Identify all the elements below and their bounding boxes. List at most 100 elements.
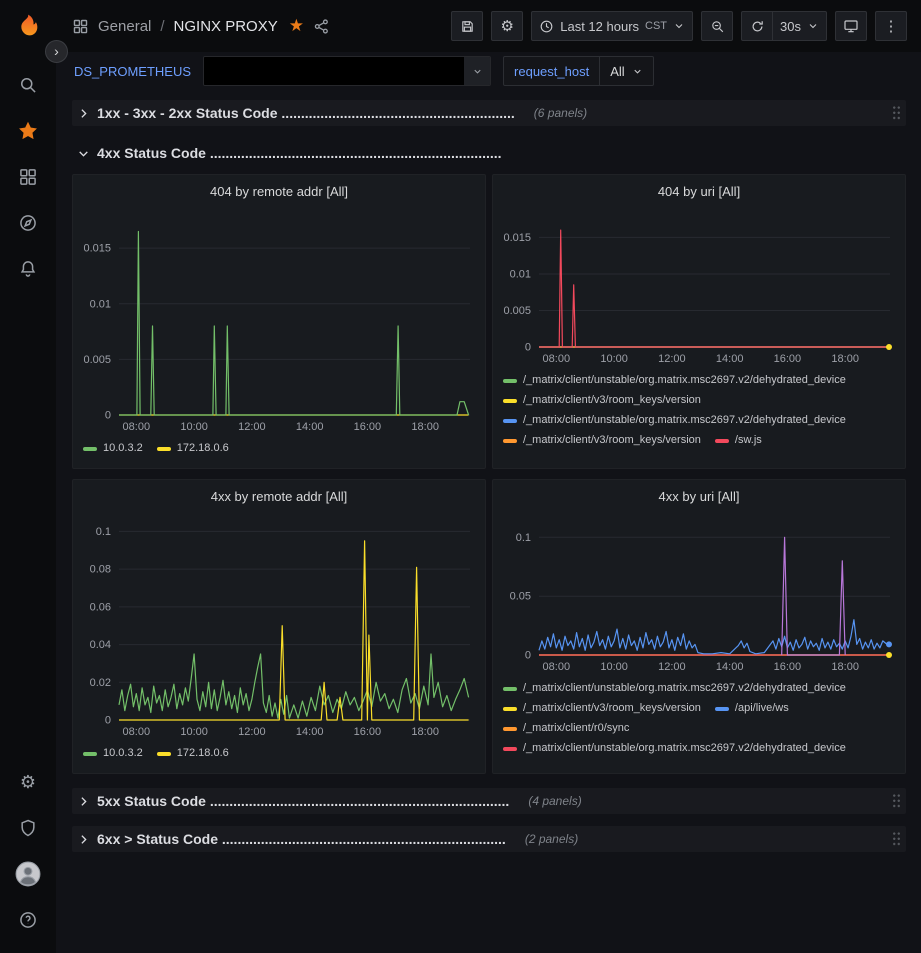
grafana-flame-icon	[12, 12, 44, 44]
chevron-right-icon	[77, 833, 90, 846]
refresh-interval-dropdown[interactable]: 30s	[773, 11, 827, 41]
row-panel-count: (4 panels)	[528, 794, 581, 808]
panel-header[interactable]: 404 by remote addr [All]	[73, 175, 485, 207]
server-admin-icon-button[interactable]	[8, 808, 48, 848]
legend-item[interactable]: /_matrix/client/unstable/org.matrix.msc2…	[503, 412, 846, 429]
legend-item[interactable]: 10.0.3.2	[83, 745, 143, 762]
datasource-variable: DS_PROMETHEUS	[72, 56, 491, 86]
legend-item[interactable]: 172.18.0.6	[157, 745, 229, 762]
panel-header[interactable]: 4xx by uri [All]	[493, 480, 905, 512]
request-host-dropdown[interactable]: All	[600, 56, 653, 86]
dashboard-title[interactable]: NGINX PROXY	[174, 18, 278, 35]
series-label: /_matrix/client/v3/room_keys/version	[523, 700, 701, 717]
timeseries-chart[interactable]: 00.050.108:0010:0012:0014:0016:0018:00	[493, 512, 906, 677]
svg-text:12:00: 12:00	[658, 661, 686, 673]
svg-text:0.1: 0.1	[96, 526, 111, 538]
chevron-down-icon	[632, 66, 643, 77]
legend-item[interactable]: /_matrix/client/unstable/org.matrix.msc2…	[503, 372, 846, 389]
dashboards-icon-button[interactable]	[8, 157, 48, 197]
svg-text:14:00: 14:00	[296, 421, 324, 433]
row-5xx-status-code[interactable]: 5xx Status Code ........................…	[72, 788, 906, 814]
timeseries-chart[interactable]: 00.020.040.060.080.108:0010:0012:0014:00…	[73, 512, 486, 742]
svg-text:16:00: 16:00	[774, 661, 802, 673]
expand-sidebar-button[interactable]: ›	[45, 40, 68, 63]
legend-item[interactable]: /_matrix/client/v3/room_keys/version	[503, 700, 701, 717]
svg-text:0.05: 0.05	[510, 591, 531, 603]
panel-header[interactable]: 404 by uri [All]	[493, 175, 905, 207]
svg-text:0.04: 0.04	[90, 639, 111, 651]
panel-legend: /_matrix/client/unstable/org.matrix.msc2…	[493, 369, 905, 449]
row-6xx-status-code[interactable]: 6xx > Status Code ......................…	[72, 826, 906, 852]
refresh-group: 30s	[741, 11, 827, 41]
series-label: /_matrix/client/r0/sync	[523, 720, 629, 737]
more-menu-button[interactable]: ⋮	[875, 11, 907, 41]
series-label: 10.0.3.2	[103, 745, 143, 762]
favorite-star-icon[interactable]: ★	[289, 16, 304, 36]
breadcrumb-section[interactable]: General	[98, 18, 151, 35]
datasource-value	[204, 57, 464, 85]
legend-item[interactable]: /api/live/ws	[715, 700, 789, 717]
dashboard-settings-button[interactable]: ⚙	[491, 11, 523, 41]
legend-item[interactable]: /_matrix/client/unstable/org.matrix.msc2…	[503, 680, 846, 697]
gear-icon: ⚙	[501, 17, 514, 35]
help-icon-button[interactable]	[8, 900, 48, 940]
svg-text:0.015: 0.015	[503, 232, 531, 244]
svg-text:10:00: 10:00	[180, 726, 208, 738]
zoom-out-button[interactable]	[701, 11, 733, 41]
request-host-value: All	[610, 64, 624, 79]
svg-text:0.02: 0.02	[90, 677, 111, 689]
panel-header[interactable]: 4xx by remote addr [All]	[73, 480, 485, 512]
timeseries-chart[interactable]: 00.0050.010.01508:0010:0012:0014:0016:00…	[73, 207, 486, 437]
svg-text:0.01: 0.01	[510, 269, 531, 281]
search-icon-button[interactable]	[8, 65, 48, 105]
svg-text:10:00: 10:00	[600, 661, 628, 673]
share-icon[interactable]	[313, 18, 330, 35]
row-drag-handle[interactable]	[892, 105, 901, 121]
starred-icon-button[interactable]	[8, 111, 48, 151]
apps-grid-icon	[72, 18, 89, 35]
svg-text:16:00: 16:00	[354, 726, 382, 738]
legend-item[interactable]: /_matrix/client/unstable/org.matrix.msc2…	[503, 740, 846, 757]
legend-item[interactable]: 10.0.3.2	[83, 440, 143, 457]
cycle-view-button[interactable]	[835, 11, 867, 41]
legend-item[interactable]: 172.18.0.6	[157, 440, 229, 457]
avatar-icon	[15, 861, 41, 887]
compass-icon	[18, 213, 38, 233]
panel-4xx-by-uri: 4xx by uri [All] 00.050.108:0010:0012:00…	[492, 479, 906, 774]
series-color-swatch	[503, 747, 517, 751]
svg-text:10:00: 10:00	[600, 353, 628, 365]
svg-text:18:00: 18:00	[831, 353, 859, 365]
row-drag-handle[interactable]	[892, 793, 901, 809]
explore-icon-button[interactable]	[8, 203, 48, 243]
row-title: 1xx - 3xx - 2xx Status Code ............…	[97, 105, 515, 121]
svg-text:08:00: 08:00	[543, 353, 571, 365]
row-title: 4xx Status Code ........................…	[97, 145, 502, 161]
time-picker-button[interactable]: Last 12 hours CST	[531, 11, 693, 41]
row-4xx-status-code[interactable]: 4xx Status Code ........................…	[72, 140, 906, 166]
datasource-label: DS_PROMETHEUS	[72, 56, 203, 86]
datasource-value-dropdown[interactable]	[203, 56, 491, 86]
refresh-button[interactable]	[741, 11, 773, 41]
save-dashboard-button[interactable]	[451, 11, 483, 41]
sidebar: ⚙	[0, 0, 56, 953]
svg-text:10:00: 10:00	[180, 421, 208, 433]
dashboard-canvas: 1xx - 3xx - 2xx Status Code ............…	[56, 90, 921, 953]
legend-item[interactable]: /_matrix/client/v3/room_keys/version	[503, 432, 701, 449]
legend-item[interactable]: /_matrix/client/v3/room_keys/version	[503, 392, 701, 409]
chevron-down-icon	[77, 147, 90, 160]
grafana-logo[interactable]	[8, 8, 48, 48]
svg-text:0.005: 0.005	[503, 305, 531, 317]
clock-icon	[539, 19, 554, 34]
user-avatar[interactable]	[8, 854, 48, 894]
legend-item[interactable]: /sw.js	[715, 432, 762, 449]
timeseries-chart[interactable]: 00.0050.010.01508:0010:0012:0014:0016:00…	[493, 207, 906, 369]
series-label: /sw.js	[735, 432, 762, 449]
refresh-interval-label: 30s	[780, 19, 801, 34]
alerting-icon-button[interactable]	[8, 249, 48, 289]
row-drag-handle[interactable]	[892, 831, 901, 847]
legend-item[interactable]: /_matrix/client/r0/sync	[503, 720, 629, 737]
configuration-icon-button[interactable]: ⚙	[8, 762, 48, 802]
dashboards-grid-icon	[18, 167, 38, 187]
row-panel-count: (2 panels)	[525, 832, 578, 846]
row-1xx-3xx-2xx-status-code[interactable]: 1xx - 3xx - 2xx Status Code ............…	[72, 100, 906, 126]
